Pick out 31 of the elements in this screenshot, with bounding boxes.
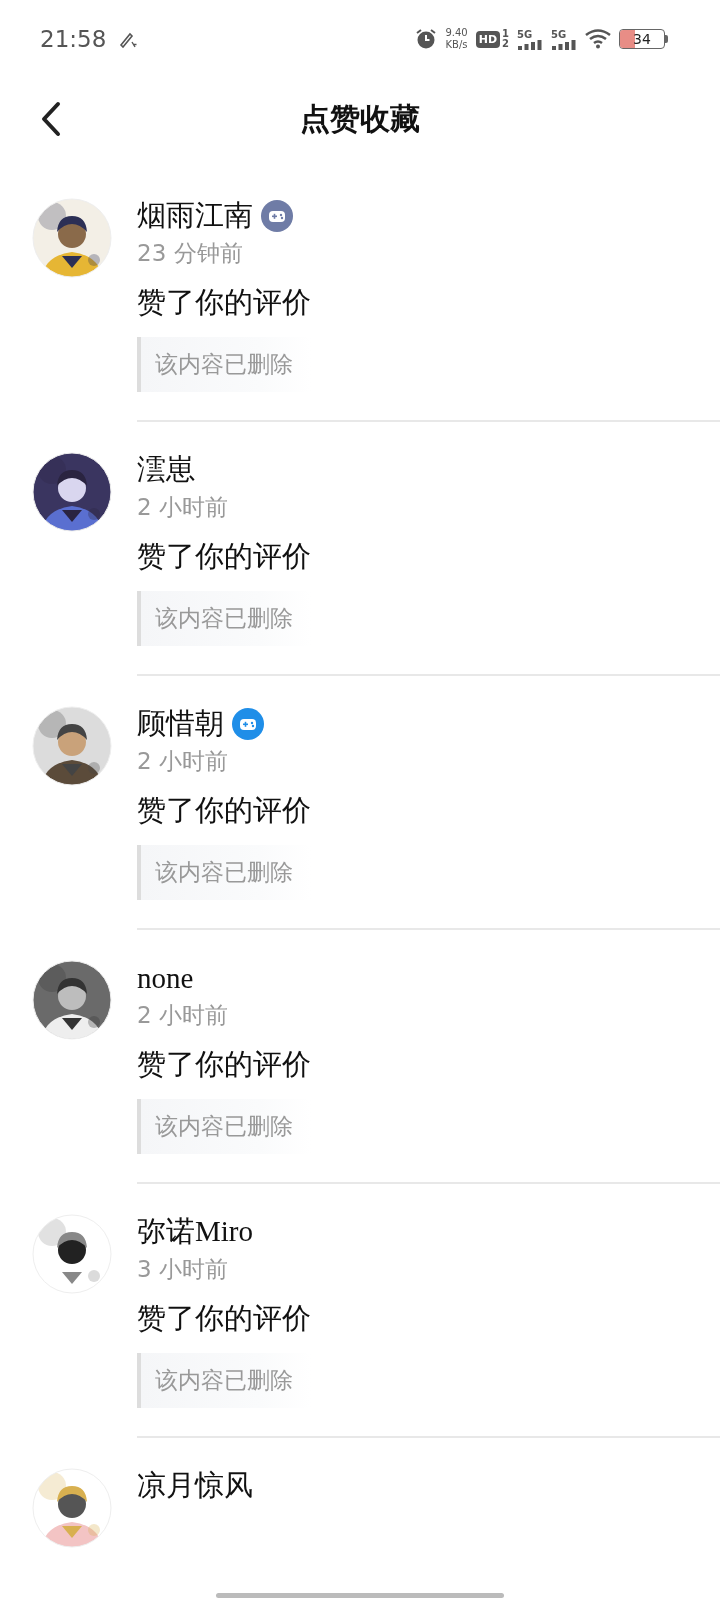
activity-text: 赞了你的评价: [137, 1301, 311, 1336]
timestamp: 2 小时前: [137, 1001, 228, 1030]
activity-text: 赞了你的评价: [137, 1047, 311, 1082]
user-name[interactable]: 凉月惊风: [137, 1466, 253, 1506]
battery-level: 34: [633, 31, 651, 47]
user-name[interactable]: 弥诺Miro: [137, 1212, 253, 1252]
timestamp: 2 小时前: [137, 493, 228, 522]
status-time: 21:58: [40, 26, 107, 52]
network-type: 5G: [517, 28, 533, 40]
network-type: 5G: [551, 28, 567, 40]
user-name[interactable]: 澐崽: [137, 450, 195, 490]
activity-text: 赞了你的评价: [137, 793, 311, 828]
timestamp: 3 小时前: [137, 1255, 228, 1284]
activity-text: 赞了你的评价: [137, 285, 311, 320]
page-title: 点赞收藏: [300, 100, 420, 137]
timestamp: 23 分钟前: [137, 239, 243, 268]
timestamp: 2 小时前: [137, 747, 228, 776]
wifi-icon: [585, 29, 611, 49]
sim-number: 2: [502, 39, 509, 49]
activity-text: 赞了你的评价: [137, 539, 311, 574]
speed-value: 9.40: [445, 27, 468, 39]
speed-unit: KB/s: [445, 39, 468, 51]
pen-icon: [118, 30, 139, 48]
user-name[interactable]: none: [137, 961, 194, 995]
signal-icon: [551, 39, 577, 50]
user-name[interactable]: 烟雨江南: [137, 196, 253, 236]
alarm-icon: [415, 28, 438, 50]
signal-icon: [517, 39, 543, 50]
sim-number: 1: [502, 29, 509, 39]
hd-badge: HD: [475, 30, 501, 48]
user-name[interactable]: 顾惜朝: [137, 704, 224, 744]
